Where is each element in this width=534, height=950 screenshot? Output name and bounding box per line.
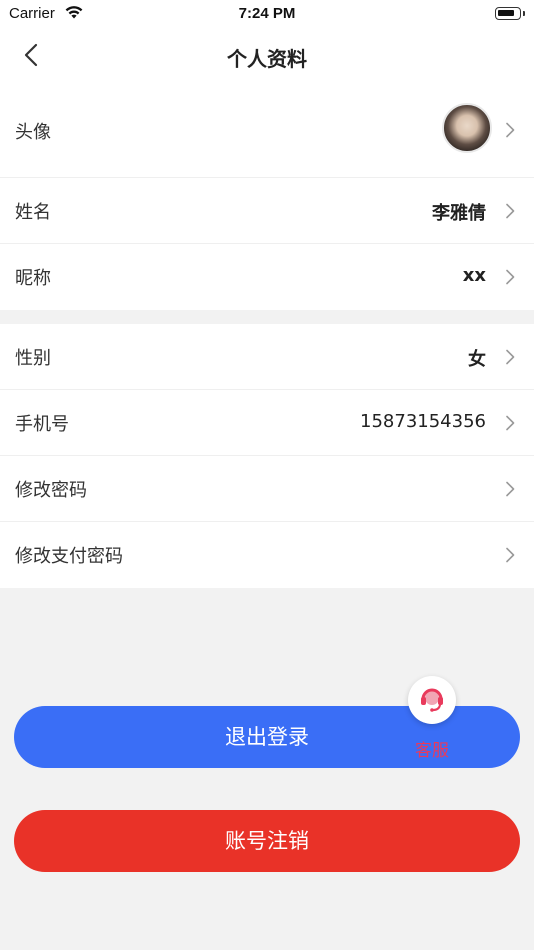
- name-value: 李雅倩: [432, 203, 486, 224]
- row-label-name: 姓名: [15, 202, 51, 223]
- row-label-phone: 手机号: [15, 414, 69, 435]
- row-label-gender: 性别: [15, 348, 51, 369]
- customer-service-label: 客服: [415, 741, 449, 761]
- account-group: 性别 女 手机号 15873154356 修改密码 修改支付密码: [0, 324, 534, 588]
- chevron-right-icon: [506, 122, 515, 138]
- customer-service-button[interactable]: 客服: [407, 676, 457, 761]
- row-change-password[interactable]: 修改密码: [0, 456, 534, 522]
- clock: 7:24 PM: [238, 5, 296, 22]
- avatar[interactable]: [442, 103, 492, 153]
- battery-icon: [495, 7, 521, 20]
- row-change-pay-password[interactable]: 修改支付密码: [0, 522, 534, 588]
- chevron-right-icon: [506, 203, 515, 219]
- status-bar: Carrier 7:24 PM: [0, 0, 534, 30]
- nickname-value: xx: [462, 265, 486, 286]
- row-label-nickname: 昵称: [15, 268, 51, 289]
- battery-level: [498, 10, 514, 16]
- row-label-change-pay-password: 修改支付密码: [15, 546, 123, 567]
- battery-cap: [523, 11, 525, 16]
- chevron-right-icon: [506, 547, 515, 563]
- row-label-change-password: 修改密码: [15, 480, 87, 501]
- page-title: 个人资料: [227, 47, 307, 71]
- row-name[interactable]: 姓名 李雅倩: [0, 178, 534, 244]
- deregister-button[interactable]: 账号注销: [14, 810, 520, 872]
- row-phone[interactable]: 手机号 15873154356: [0, 390, 534, 456]
- chevron-right-icon: [506, 481, 515, 497]
- phone-value: 15873154356: [360, 411, 486, 432]
- row-gender[interactable]: 性别 女: [0, 324, 534, 390]
- headset-icon: [421, 688, 443, 712]
- customer-service-circle: [408, 676, 456, 724]
- chevron-right-icon: [506, 349, 515, 365]
- gender-value: 女: [468, 349, 486, 370]
- chevron-right-icon: [506, 269, 515, 285]
- row-label-avatar: 头像: [15, 122, 51, 143]
- row-nickname[interactable]: 昵称 xx: [0, 244, 534, 310]
- navigation-bar: 个人资料: [0, 30, 534, 82]
- chevron-right-icon: [506, 415, 515, 431]
